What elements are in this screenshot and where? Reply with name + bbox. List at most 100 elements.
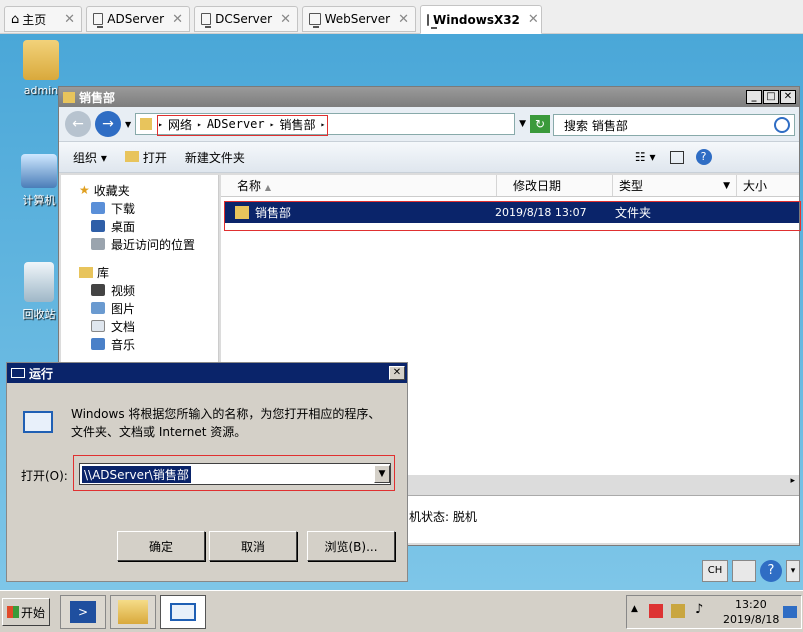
picture-icon [91,302,105,314]
volume-icon[interactable]: ♪ [695,602,703,617]
close-button[interactable]: ✕ [780,90,796,104]
column-name[interactable]: 名称 ▲ [221,175,497,196]
help-icon[interactable]: ? [760,560,782,582]
search-icon[interactable] [774,117,790,133]
explorer-toolbar: 组织 ▾ 打开 新建文件夹 ☷ ▾ ? [59,141,799,173]
scroll-right-icon[interactable]: ▸ [790,476,795,486]
desktop-icon-label: 计算机 [22,194,56,207]
run-icon [170,603,196,621]
window-title: 销售部 [79,90,116,105]
tab-dcserver[interactable]: DCServer ✕ [194,6,298,32]
music-icon [91,338,105,350]
recent-icon [91,238,105,250]
help-icon[interactable]: ? [695,149,712,165]
computer-icon [21,154,57,188]
network-icon[interactable] [671,604,685,618]
chevron-down-icon[interactable]: ▼ [125,120,131,129]
nav-recent-places[interactable]: 最近访问的位置 [61,235,218,253]
refresh-icon[interactable]: ↻ [530,115,551,133]
clock-time: 13:20 [735,598,767,611]
run-dialog: 运行 ✕ Windows 将根据您所输入的名称，为您打开相应的程序、文件夹、文档… [6,362,408,582]
preview-pane-icon[interactable] [669,150,684,164]
run-large-icon [23,411,53,433]
column-modified[interactable]: 修改日期 [497,175,613,196]
recycle-bin-icon [24,262,54,302]
offline-status: 机状态: 脱机 [409,510,477,524]
close-button[interactable]: ✕ [389,366,405,380]
browse-button[interactable]: 浏览(B)... [307,531,395,561]
run-dialog-titlebar[interactable]: 运行 ✕ [7,363,407,383]
maximize-button[interactable]: □ [763,90,779,104]
column-size[interactable]: 大小 [737,175,799,196]
arrow-right-icon: → [102,116,114,132]
organize-button[interactable]: 组织 ▾ [73,149,107,166]
close-icon[interactable]: ✕ [520,12,539,27]
tab-label: 主页 [22,12,47,27]
column-header-row: 名称 ▲ 修改日期 类型 ▼ 大小 [221,175,799,197]
taskbar-explorer[interactable] [110,595,156,629]
nav-pictures[interactable]: 图片 [61,299,218,317]
tab-label: WebServer [324,12,391,26]
view-options-icon[interactable]: ☷ ▾ [635,150,656,164]
close-icon[interactable]: ✕ [56,12,75,27]
nav-music[interactable]: 音乐 [61,335,218,353]
open-button[interactable]: 打开 [124,149,167,166]
nav-desktop[interactable]: 桌面 [61,217,218,235]
annotation-run-highlight [73,455,395,491]
desktop-icon-label: 回收站 [22,308,56,321]
monitor-icon [427,13,437,29]
folder-icon [140,118,153,130]
dialog-description: Windows 将根据您所输入的名称，为您打开相应的程序、文件夹、文档或 Int… [71,407,381,439]
taskbar-powershell[interactable]: > [60,595,106,629]
video-icon [91,284,105,296]
nav-videos[interactable]: 视频 [61,281,218,299]
dialog-title: 运行 [29,366,54,381]
sort-asc-icon: ▲ [264,183,271,192]
monitor-icon [309,13,321,28]
show-hidden-icons-icon[interactable]: ▲ [631,604,638,614]
close-icon[interactable]: ✕ [164,12,183,27]
start-button[interactable]: 开始 [2,598,50,626]
desktop-icon [91,220,105,232]
tab-webserver[interactable]: WebServer ✕ [302,6,416,32]
search-input[interactable]: 搜索 销售部 [553,114,795,136]
tab-adserver[interactable]: ADServer ✕ [86,6,190,32]
nav-libraries[interactable]: 库 [61,263,218,281]
tab-windowsx32[interactable]: WindowsX32 ✕ [420,5,542,34]
system-tray: ▲ ♪ 13:20 2019/8/18 [626,595,802,629]
taskbar-run[interactable] [160,595,206,629]
nav-favorites[interactable]: ★ 收藏夹 [61,181,218,199]
action-center-icon[interactable] [649,604,663,618]
explorer-titlebar[interactable]: 销售部 _ □ ✕ [59,87,799,107]
options-icon[interactable]: ▾ [786,560,800,582]
clock-date: 2019/8/18 [723,613,780,626]
folder-icon [124,150,139,162]
show-desktop-icon[interactable] [783,606,797,618]
cancel-button[interactable]: 取消 [209,531,297,561]
close-icon[interactable]: ✕ [272,12,291,27]
annotation-address-highlight [157,115,328,136]
tab-home[interactable]: ⌂ 主页 ✕ [4,6,82,32]
lang-indicator[interactable]: CH [702,560,728,582]
nav-documents[interactable]: 文档 [61,317,218,335]
home-icon: ⌂ [11,11,20,27]
tab-label: ADServer [107,12,165,26]
explorer-folder-icon [118,600,148,624]
ok-button[interactable]: 确定 [117,531,205,561]
annotation-file-highlight [224,201,801,231]
forward-button[interactable]: → [95,111,121,137]
column-type[interactable]: 类型 ▼ [613,175,737,196]
run-icon [11,368,25,378]
document-icon [91,320,105,332]
nav-downloads[interactable]: 下载 [61,199,218,217]
star-icon: ★ [79,183,90,197]
download-icon [91,202,105,214]
back-button[interactable]: ← [65,111,91,137]
close-icon[interactable]: ✕ [390,12,409,27]
tab-label: WindowsX32 [433,12,520,27]
host-tab-bar: ⌂ 主页 ✕ ADServer ✕ DCServer ✕ WebServer ✕… [0,0,803,34]
minimize-button[interactable]: _ [746,90,762,104]
keyboard-icon[interactable] [732,560,756,582]
address-dropdown-icon[interactable]: ▼ [519,119,526,129]
new-folder-button[interactable]: 新建文件夹 [185,149,245,166]
